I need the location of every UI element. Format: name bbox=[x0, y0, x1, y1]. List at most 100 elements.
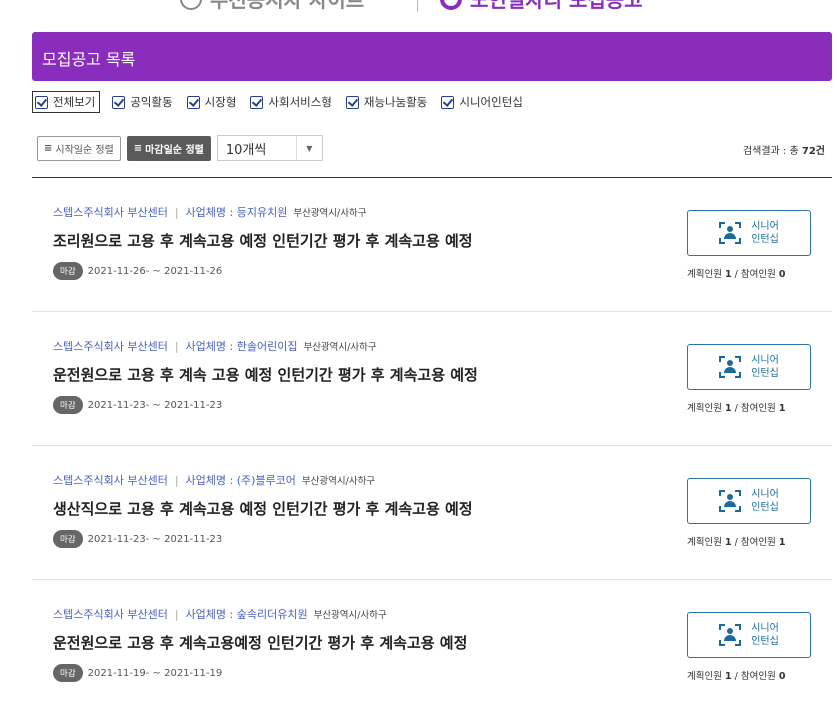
filter-social-service[interactable]: 사회서비스형 bbox=[250, 91, 332, 113]
item-org[interactable]: 스텝스주식회사 부산센터 bbox=[53, 608, 168, 621]
filter-all[interactable]: 전체보기 bbox=[32, 91, 101, 113]
person-icon bbox=[719, 490, 742, 512]
result-count: 72건 bbox=[801, 146, 825, 157]
item-employer[interactable]: 사업체명 : 숲속리더유치원 bbox=[186, 608, 308, 621]
filter-label: 전체보기 bbox=[53, 95, 96, 109]
item-region: 부산광역시/사하구 bbox=[313, 610, 387, 621]
checkbox-checked[interactable] bbox=[441, 95, 455, 109]
item-meta: 스텝스주식회사 부산센터 | 사업체명 : 숲속리더유치원 부산광역시/사하구 bbox=[53, 606, 387, 622]
item-headcount: 계획인원 1 / 참여인원 1 bbox=[687, 400, 817, 414]
top-tabs: 우선공시자 사이트 노인일자리 모집공고 bbox=[0, 0, 839, 12]
record-icon bbox=[440, 0, 462, 10]
download-icon bbox=[180, 0, 202, 10]
chevron-down-icon[interactable]: ▼ bbox=[295, 136, 322, 160]
sort-start-label: 시작일순 정렬 bbox=[55, 144, 114, 156]
result-prefix: 검색결과 : 총 bbox=[742, 146, 802, 157]
senior-internship-button[interactable]: 시니어인턴십 bbox=[687, 612, 811, 658]
joined-label: / 참여인원 bbox=[731, 403, 779, 414]
senior-internship-button[interactable]: 시니어인턴십 bbox=[687, 210, 811, 256]
type-label-line1: 시니어 bbox=[751, 489, 779, 500]
joined-label: / 참여인원 bbox=[731, 269, 779, 280]
list-item[interactable]: 스텝스주식회사 부산센터 | 사업체명 : 등지유치원 부산광역시/사하구 조리원으로… bbox=[32, 178, 832, 312]
item-title[interactable]: 생산직으로 고용 후 계속고용 예정 인턴기간 평가 후 계속고용 예정 bbox=[53, 498, 473, 519]
sort-by-start-button[interactable]: ≡ 시작일순 정렬 bbox=[37, 135, 121, 161]
tab-divider bbox=[417, 0, 418, 12]
sort-end-label: 마감일순 정렬 bbox=[145, 144, 204, 156]
item-dates: 마감 2021-11-26- ~ 2021-11-26 bbox=[53, 262, 222, 280]
type-label-line1: 시니어 bbox=[751, 355, 779, 366]
filter-label: 사회서비스형 bbox=[268, 95, 332, 109]
item-title[interactable]: 조리원으로 고용 후 계속고용 예정 인턴기간 평가 후 계속고용 예정 bbox=[53, 230, 473, 251]
planned-count: 1 bbox=[724, 537, 732, 548]
item-employer[interactable]: 사업체명 : (주)블루코어 bbox=[186, 474, 296, 487]
item-date-range: 2021-11-23- ~ 2021-11-23 bbox=[87, 533, 223, 545]
meta-divider: | bbox=[174, 340, 179, 353]
filter-talent-sharing[interactable]: 재능나눔활동 bbox=[345, 91, 427, 113]
joined-count: 1 bbox=[778, 537, 786, 548]
tab-job-postings[interactable]: 노인일자리 모집공고 bbox=[440, 0, 643, 13]
list-item[interactable]: 스텝스주식회사 부산센터 | 사업체명 : 한솔어린이집 부산광역시/사하구 운전원으… bbox=[32, 312, 832, 446]
filter-senior-internship[interactable]: 시니어인턴십 bbox=[441, 91, 523, 113]
item-org[interactable]: 스텝스주식회사 부산센터 bbox=[53, 474, 168, 487]
meta-divider: | bbox=[174, 474, 179, 487]
item-region: 부산광역시/사하구 bbox=[303, 342, 377, 353]
checkbox-checked[interactable] bbox=[186, 95, 200, 109]
item-org[interactable]: 스텝스주식회사 부산센터 bbox=[53, 206, 168, 219]
list-item[interactable]: 스텝스주식회사 부산센터 | 사업체명 : (주)블루코어 부산광역시/사하구 생산직… bbox=[32, 446, 832, 580]
meta-divider: | bbox=[174, 206, 179, 219]
checkbox-checked[interactable] bbox=[250, 95, 264, 109]
page-size-select[interactable]: 10개씩 ▼ bbox=[216, 135, 323, 161]
item-region: 부산광역시/사하구 bbox=[293, 208, 367, 219]
item-org[interactable]: 스텝스주식회사 부산센터 bbox=[53, 340, 168, 353]
item-title[interactable]: 운전원으로 고용 후 계속고용예정 인턴기간 평가 후 계속고용 예정 bbox=[53, 632, 467, 653]
sort-by-deadline-button[interactable]: ≡ 마감일순 정렬 bbox=[126, 135, 211, 161]
item-title[interactable]: 운전원으로 고용 후 계속 고용 예정 인턴기간 평가 후 계속고용 예정 bbox=[53, 364, 478, 385]
type-label-line2: 인턴십 bbox=[751, 234, 779, 245]
person-icon bbox=[719, 222, 742, 244]
planned-label: 계획인원 bbox=[687, 403, 725, 414]
filter-public-activity[interactable]: 공익활동 bbox=[112, 91, 173, 113]
planned-label: 계획인원 bbox=[687, 537, 725, 548]
planned-count: 1 bbox=[724, 269, 732, 280]
item-meta: 스텝스주식회사 부산센터 | 사업체명 : 등지유치원 부산광역시/사하구 bbox=[53, 204, 366, 220]
checkbox-checked[interactable] bbox=[112, 95, 126, 109]
type-label-line1: 시니어 bbox=[751, 623, 779, 634]
item-headcount: 계획인원 1 / 참여인원 0 bbox=[687, 266, 817, 280]
tab-job-postings-label: 노인일자리 모집공고 bbox=[470, 0, 643, 12]
item-employer[interactable]: 사업체명 : 등지유치원 bbox=[186, 206, 288, 219]
filter-label: 시니어인턴십 bbox=[459, 95, 523, 109]
filter-market-type[interactable]: 시장형 bbox=[186, 91, 237, 113]
status-badge: 마감 bbox=[53, 530, 83, 548]
page-size-value: 10개씩 bbox=[225, 142, 267, 158]
tab-priority-site[interactable]: 우선공시자 사이트 bbox=[180, 0, 364, 13]
person-icon bbox=[719, 624, 742, 646]
joined-count: 0 bbox=[778, 671, 786, 682]
list-icon: ≡ bbox=[44, 142, 53, 154]
senior-internship-button[interactable]: 시니어인턴십 bbox=[687, 478, 811, 524]
item-meta: 스텝스주식회사 부산센터 | 사업체명 : 한솔어린이집 부산광역시/사하구 bbox=[53, 338, 377, 354]
type-label-line1: 시니어 bbox=[751, 221, 779, 232]
status-badge: 마감 bbox=[53, 262, 83, 280]
item-headcount: 계획인원 1 / 참여인원 0 bbox=[687, 668, 817, 682]
joined-count: 0 bbox=[778, 269, 786, 280]
senior-internship-button[interactable]: 시니어인턴십 bbox=[687, 344, 811, 390]
item-employer[interactable]: 사업체명 : 한솔어린이집 bbox=[186, 340, 298, 353]
type-label-line2: 인턴십 bbox=[751, 502, 779, 513]
planned-count: 1 bbox=[724, 671, 732, 682]
checkbox-checked[interactable] bbox=[345, 95, 359, 109]
filter-label: 시장형 bbox=[204, 95, 237, 109]
type-label-line2: 인턴십 bbox=[751, 636, 779, 647]
item-dates: 마감 2021-11-23- ~ 2021-11-23 bbox=[53, 530, 222, 548]
joined-count: 1 bbox=[778, 403, 786, 414]
item-dates: 마감 2021-11-23- ~ 2021-11-23 bbox=[53, 396, 222, 414]
type-label-line2: 인턴십 bbox=[751, 368, 779, 379]
filter-bar: 전체보기 공익활동 시장형 사회서비스형 재능나눔활동 시니어인턴십 bbox=[32, 91, 537, 113]
list-item[interactable]: 스텝스주식회사 부산센터 | 사업체명 : 숲속리더유치원 부산광역시/사하구 운전원… bbox=[32, 580, 832, 711]
joined-label: / 참여인원 bbox=[731, 537, 779, 548]
checkbox-checked[interactable] bbox=[35, 95, 48, 109]
list-controls: ≡ 시작일순 정렬 ≡ 마감일순 정렬 10개씩 ▼ bbox=[37, 135, 323, 161]
item-date-range: 2021-11-26- ~ 2021-11-26 bbox=[87, 265, 223, 277]
filter-label: 공익활동 bbox=[130, 95, 173, 109]
item-meta: 스텝스주식회사 부산센터 | 사업체명 : (주)블루코어 부산광역시/사하구 bbox=[53, 472, 375, 488]
status-badge: 마감 bbox=[53, 396, 83, 414]
